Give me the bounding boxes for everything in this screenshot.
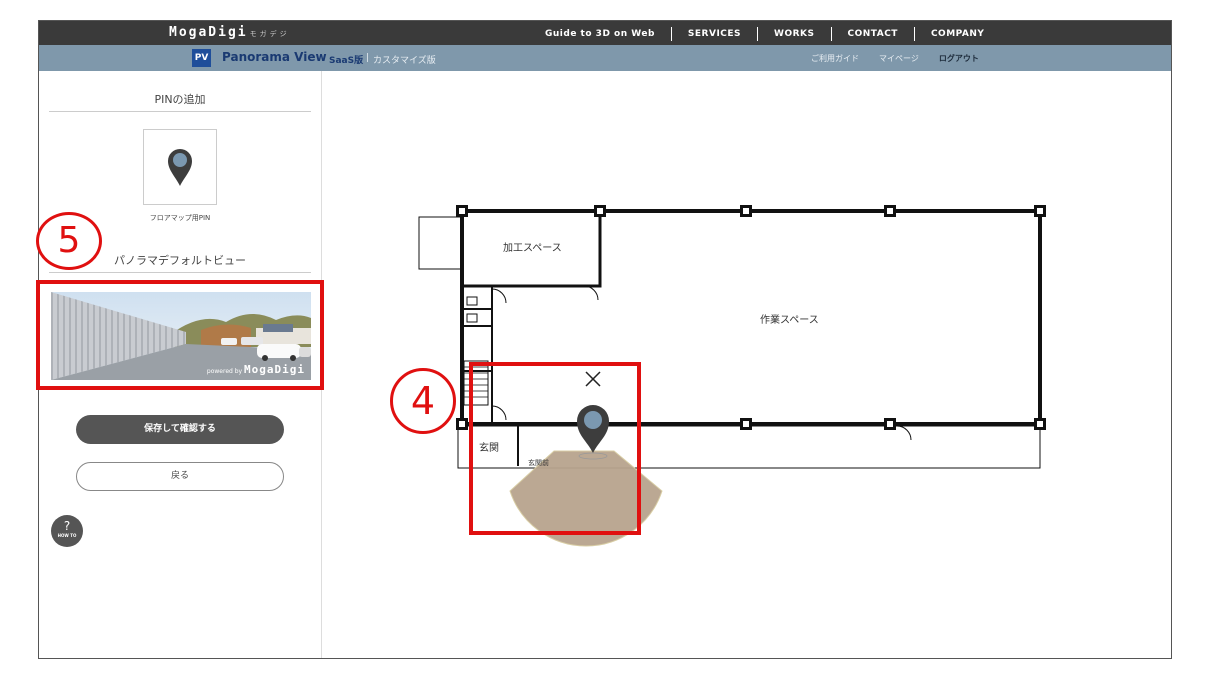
logout-link[interactable]: ログアウト xyxy=(939,53,979,64)
plan-divider: | xyxy=(366,53,370,63)
highlight-box-pin xyxy=(469,362,641,535)
nav-contact-link[interactable]: CONTACT xyxy=(832,29,914,39)
top-navigation-bar: MogaDigi モガデジ Guide to 3D on Web SERVICES… xyxy=(39,21,1171,45)
plan-saas-link[interactable]: SaaS版 xyxy=(329,53,363,66)
product-header-bar: PV Panorama View SaaS版 | カスタマイズ版 ご利用ガイド … xyxy=(39,45,1171,71)
logo-subtext: モガデジ xyxy=(249,30,290,38)
user-guide-link[interactable]: ご利用ガイド xyxy=(811,53,859,64)
nav-guide-link[interactable]: Guide to 3D on Web xyxy=(529,29,671,39)
section-divider xyxy=(49,111,311,112)
annotation-marker-5: 5 xyxy=(36,212,102,270)
nav-company-link[interactable]: COMPANY xyxy=(915,29,1001,39)
floor-pin-tool[interactable] xyxy=(143,129,217,205)
room-label-workspace: 作業スペース xyxy=(760,315,819,326)
floorplan-drawing xyxy=(418,205,1046,547)
my-page-link[interactable]: マイページ xyxy=(879,53,919,64)
highlight-box-default-view xyxy=(36,280,324,390)
floorplan-canvas[interactable]: 加工スペース 作業スペース 玄関 玄関前 × xyxy=(322,71,1171,658)
map-pin-icon xyxy=(168,149,192,186)
pin-section-title: PINの追加 xyxy=(154,93,206,106)
site-logo[interactable]: MogaDigi モガデジ xyxy=(169,25,290,40)
back-button[interactable]: 戻る xyxy=(76,462,284,491)
help-label: HOW TO xyxy=(57,533,77,538)
pv-badge: PV xyxy=(192,49,211,67)
save-and-preview-button[interactable]: 保存して確認する xyxy=(76,415,284,444)
plan-custom-link[interactable]: カスタマイズ版 xyxy=(373,53,436,66)
nav-works-link[interactable]: WORKS xyxy=(758,29,830,39)
top-nav-menu: Guide to 3D on Web SERVICES WORKS CONTAC… xyxy=(529,27,1000,41)
help-button[interactable]: ? HOW TO xyxy=(51,515,83,547)
section-divider xyxy=(49,272,311,273)
annotation-marker-4: 4 xyxy=(390,368,456,434)
room-label-processing: 加工スペース xyxy=(503,243,562,254)
logo-text: MogaDigi xyxy=(169,25,248,40)
help-icon: ? xyxy=(63,519,71,533)
product-title[interactable]: Panorama View xyxy=(222,50,327,64)
nav-services-link[interactable]: SERVICES xyxy=(672,29,757,39)
account-nav: ご利用ガイド マイページ ログアウト xyxy=(811,53,999,64)
